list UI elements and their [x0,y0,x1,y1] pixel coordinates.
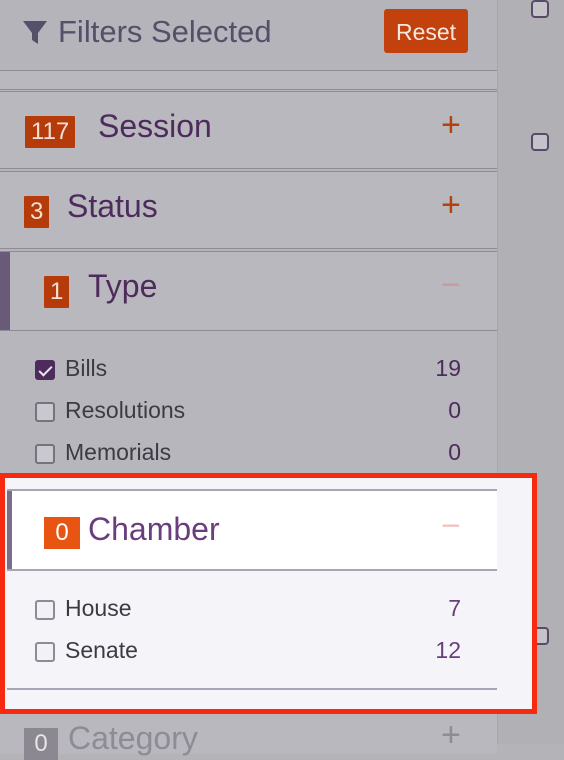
option-label: Memorials [65,439,172,465]
section-title-chamber: Chamber [88,511,220,547]
section-title-type: Type [88,268,158,304]
section-chamber[interactable]: 0 Chamber − [7,489,497,571]
checkbox-house[interactable] [35,600,55,620]
section-type[interactable]: 1 Type − [0,251,497,331]
option-count: 19 [435,355,461,381]
option-label: House [65,595,132,621]
result-checkbox[interactable] [531,133,549,151]
expand-icon[interactable]: + [441,106,461,145]
funnel-icon [22,19,48,52]
list-item[interactable]: House 7 [7,589,497,629]
collapse-icon[interactable]: − [441,507,461,546]
checkbox-senate[interactable] [35,642,55,662]
expand-icon[interactable]: + [441,716,461,755]
section-session[interactable]: 117 Session + [0,91,497,169]
type-count-badge: 1 [44,276,70,308]
session-count-badge: 117 [25,116,76,148]
section-title-category: Category [68,720,198,756]
section-category[interactable]: 0 Category + [0,714,497,760]
option-count: 7 [448,595,461,621]
option-count: 0 [448,397,461,423]
divider [7,688,497,690]
option-count: 12 [435,637,461,663]
collapse-icon[interactable]: − [441,266,461,305]
checkbox-resolutions[interactable] [35,402,55,422]
filters-title: Filters Selected [58,14,272,49]
section-title-session: Session [98,108,212,144]
filters-header: Filters Selected Reset [0,0,497,71]
section-title-status: Status [67,188,158,224]
option-label: Resolutions [65,397,186,423]
list-item[interactable]: Senate 12 [7,631,497,671]
option-label: Bills [65,355,108,381]
result-checkbox[interactable] [531,0,549,18]
list-item[interactable]: Bills 19 [0,349,497,389]
list-item[interactable]: Resolutions 0 [0,391,497,431]
expand-icon[interactable]: + [441,186,461,225]
type-options: Bills 19 Resolutions 0 Memorials 0 [0,331,497,473]
list-item[interactable]: Memorials 0 [0,433,497,473]
option-count: 0 [448,439,461,465]
option-label: Senate [65,637,138,663]
active-indicator [0,252,10,330]
status-count-badge: 3 [24,196,50,228]
divider [0,71,497,90]
active-indicator [7,491,12,569]
checkbox-bills[interactable] [35,360,55,380]
category-count-badge: 0 [24,728,58,760]
reset-button[interactable]: Reset [384,9,468,53]
section-status[interactable]: 3 Status + [0,171,497,249]
checkbox-memorials[interactable] [35,444,55,464]
chamber-count-badge: 0 [44,517,80,549]
